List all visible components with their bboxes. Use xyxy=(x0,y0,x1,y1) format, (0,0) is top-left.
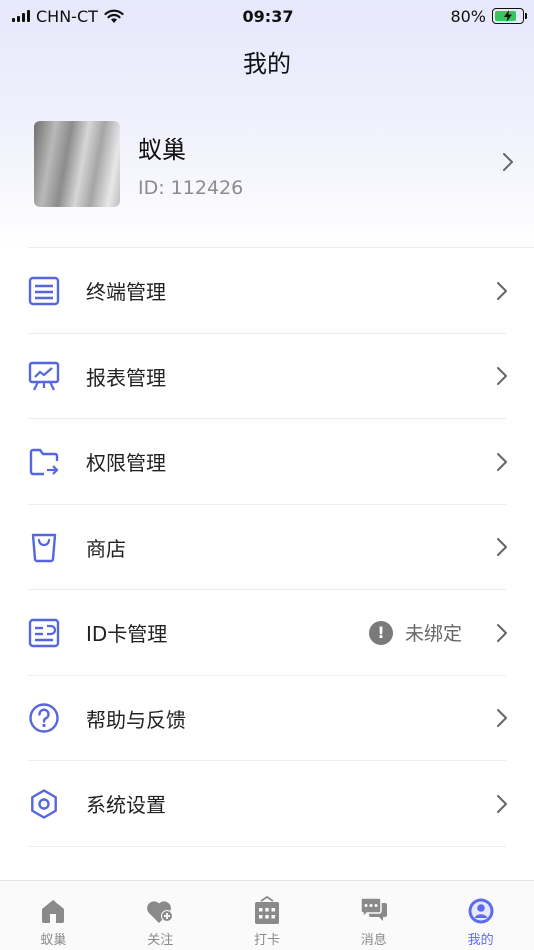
heart-plus-icon xyxy=(145,895,175,927)
tab-mine[interactable]: 我的 xyxy=(427,881,534,950)
menu-item-permission-management[interactable]: 权限管理 xyxy=(0,419,534,505)
profile-card[interactable]: 蚁巢 ID: 112426 xyxy=(34,120,514,208)
menu-item-terminal-management[interactable]: 终端管理 xyxy=(0,248,534,334)
chevron-right-icon xyxy=(497,538,507,557)
tab-follow[interactable]: 关注 xyxy=(107,881,214,950)
menu-item-label: ID卡管理 xyxy=(86,622,168,647)
clock: 09:37 xyxy=(242,6,294,26)
profile-name: 蚁巢 xyxy=(138,135,186,164)
menu-item-report-management[interactable]: 报表管理 xyxy=(0,334,534,420)
avatar[interactable] xyxy=(34,121,120,207)
settings-menu: 终端管理 报表管理 权限管理 商店 ID卡管理 ! 未绑定 帮助与反馈 系统设置 xyxy=(0,248,534,847)
profile-icon xyxy=(467,895,495,927)
page-title: 我的 xyxy=(243,50,291,78)
tab-label: 打卡 xyxy=(253,933,280,948)
tab-checkin[interactable]: 打卡 xyxy=(214,881,321,950)
battery-percent: 80% xyxy=(450,6,486,26)
chevron-right-icon xyxy=(497,452,507,471)
battery-icon xyxy=(492,8,527,24)
permission-folder-icon xyxy=(28,446,60,478)
help-icon xyxy=(28,702,60,734)
menu-item-label: 商店 xyxy=(86,536,126,561)
calendar-icon xyxy=(253,895,281,927)
menu-item-help-feedback[interactable]: 帮助与反馈 xyxy=(0,676,534,762)
menu-item-id-card-management[interactable]: ID卡管理 ! 未绑定 xyxy=(0,590,534,676)
chevron-right-icon xyxy=(497,794,507,813)
id-card-icon xyxy=(28,617,60,649)
chevron-right-icon xyxy=(503,153,513,171)
menu-item-shop[interactable]: 商店 xyxy=(0,505,534,591)
chevron-right-icon xyxy=(497,709,507,728)
menu-item-label: 终端管理 xyxy=(86,280,166,305)
terminal-list-icon xyxy=(28,275,60,307)
status-bar: CHN-CT 09:37 80% xyxy=(0,0,534,32)
tab-home[interactable]: 蚁巢 xyxy=(0,881,107,950)
chevron-right-icon xyxy=(497,623,507,642)
menu-item-label: 系统设置 xyxy=(86,793,166,818)
profile-id: ID: 112426 xyxy=(138,176,244,199)
carrier-label: CHN-CT xyxy=(36,6,98,26)
wifi-icon xyxy=(104,9,124,23)
menu-item-label: 权限管理 xyxy=(86,451,166,476)
report-chart-icon xyxy=(28,360,60,392)
tab-label: 我的 xyxy=(467,933,494,948)
tab-label: 关注 xyxy=(147,933,174,948)
chevron-right-icon xyxy=(497,281,507,300)
tab-label: 消息 xyxy=(360,933,387,948)
menu-item-label: 帮助与反馈 xyxy=(86,707,186,732)
message-icon xyxy=(359,895,389,927)
warning-icon: ! xyxy=(368,620,393,645)
tab-messages[interactable]: 消息 xyxy=(320,881,427,950)
home-icon xyxy=(39,895,67,927)
menu-item-label: 报表管理 xyxy=(86,365,166,390)
chevron-right-icon xyxy=(497,367,507,386)
shop-bag-icon xyxy=(28,531,60,563)
id-card-status: 未绑定 xyxy=(404,623,462,646)
menu-item-system-settings[interactable]: 系统设置 xyxy=(0,761,534,847)
tab-label: 蚁巢 xyxy=(40,933,67,948)
bottom-tab-bar: 蚁巢 关注 打卡 消息 我的 xyxy=(0,880,534,950)
settings-gear-icon xyxy=(28,788,60,820)
cellular-signal-icon xyxy=(12,10,30,22)
